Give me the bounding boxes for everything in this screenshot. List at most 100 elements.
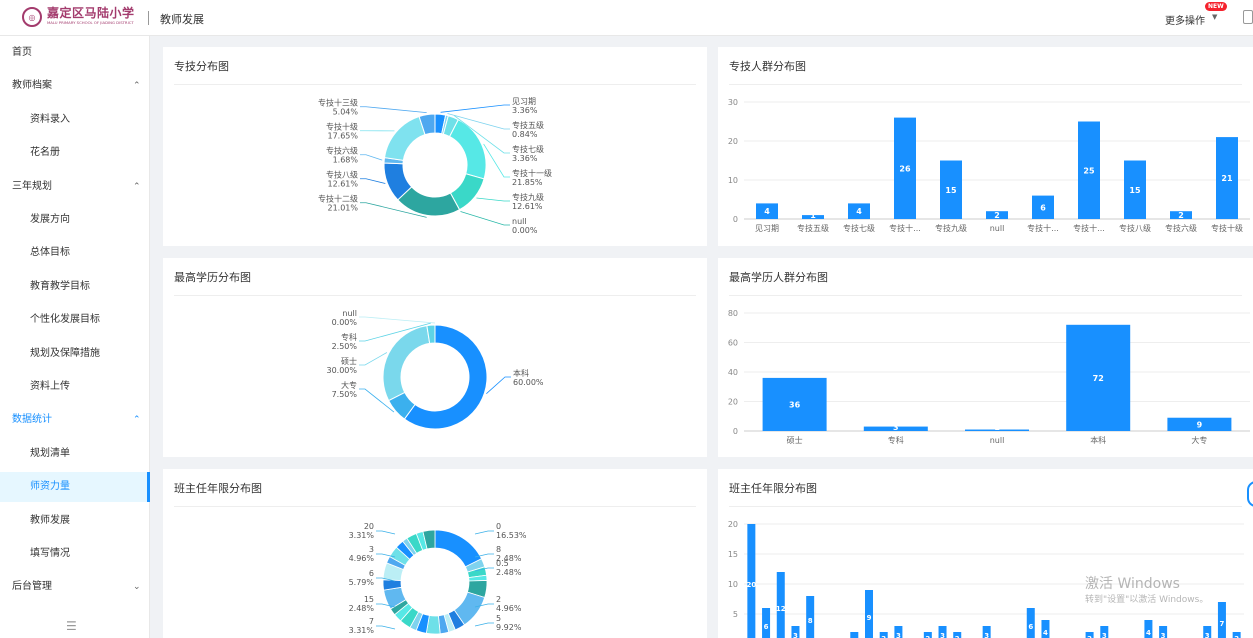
- education-pie-chart: 本科60.00% null0.00% 专科2.50% 硕士30.00% 大专7.50%: [326, 309, 544, 430]
- card-bar-headteacher: 班主任年限分布图 0510152020612389232323642343372: [718, 469, 1253, 638]
- sidebar-item[interactable]: 三年规划 ⌃: [0, 172, 150, 202]
- sidebar-item[interactable]: 数据统计 ⌃: [0, 405, 150, 435]
- headteacher-bar-chart: 0510152020612389232323642343372: [728, 520, 1244, 638]
- chevron-up-icon: ⌃: [133, 81, 141, 92]
- bar-value-label: 4: [1146, 629, 1151, 637]
- bar-value-label: 3: [896, 632, 901, 638]
- logo-name: 嘉定区马陆小学: [47, 6, 135, 20]
- pie-leader-line: [360, 178, 386, 184]
- activation-watermark-text: 转到"设置"以激活 Windows。: [1085, 595, 1209, 605]
- school-logo[interactable]: ◎ 嘉定区马陆小学 MALU PRIMARY SCHOOL OF JIADING…: [22, 7, 138, 27]
- pie-leader-line: [376, 625, 396, 630]
- sidebar-item[interactable]: 教育教学目标: [0, 272, 150, 302]
- y-tick-label: 60: [728, 339, 738, 348]
- pie-percent: 0.00%: [332, 318, 358, 327]
- sidebar-item-label: 数据统计: [12, 414, 52, 426]
- bar-value-label: 6: [764, 623, 769, 631]
- sidebar-item[interactable]: 填写情况: [0, 539, 150, 569]
- y-tick-label: 20: [728, 520, 738, 529]
- sidebar-item[interactable]: 教师发展: [0, 506, 150, 536]
- pie-label: 20: [364, 522, 374, 531]
- pie-percent: 12.61%: [327, 180, 358, 189]
- sidebar-item[interactable]: 资料录入: [0, 105, 150, 135]
- school-seal-icon: ◎: [22, 7, 42, 27]
- bar-value-label: 3: [1161, 632, 1166, 638]
- bar-value-label: 15: [1129, 186, 1141, 195]
- bar-value-label: 9: [1197, 420, 1203, 429]
- chevron-up-icon: ⌃: [133, 181, 141, 192]
- x-tick-label: 专技十级: [1211, 223, 1243, 233]
- pie-percent: 60.00%: [513, 378, 544, 387]
- sidebar-item[interactable]: 总体目标: [0, 238, 150, 268]
- bar-value-label: 2: [994, 211, 1000, 220]
- pie-label: null: [342, 309, 357, 318]
- bar-value-label: 4: [856, 207, 862, 216]
- sidebar-item[interactable]: 后台管理 ⌄: [0, 572, 150, 602]
- collapse-menu-icon[interactable]: ☰: [66, 619, 77, 633]
- bar-value-label: 3: [893, 423, 899, 432]
- bar-value-label: 9: [867, 614, 872, 622]
- sidebar-item[interactable]: 个性化发展目标: [0, 305, 150, 335]
- card-bar-education: 最高学历人群分布图 0 20 40 60 80 36 硕士 3 专科 1 null 72 本科 9 大专: [718, 258, 1253, 457]
- x-tick-label: 本科: [1090, 435, 1106, 445]
- pie-percent: 5.79%: [349, 578, 375, 587]
- pie-percent: 0.00%: [512, 226, 538, 235]
- sidebar-item-label: 总体目标: [30, 247, 70, 259]
- pie-label: 3: [369, 545, 374, 554]
- pie-label: 8: [496, 545, 501, 554]
- more-actions-button[interactable]: 更多操作: [1165, 12, 1205, 27]
- pie-label: 专技十二级: [318, 194, 358, 204]
- new-badge: NEW: [1205, 2, 1227, 11]
- chevron-down-icon[interactable]: ▼: [1212, 13, 1217, 21]
- pie-label: 7: [369, 617, 374, 626]
- sidebar-item[interactable]: 首页: [0, 38, 150, 68]
- sidebar-item-label: 个性化发展目标: [30, 314, 100, 326]
- floating-help-button[interactable]: [1247, 481, 1253, 507]
- sidebar-item[interactable]: 花名册: [0, 138, 150, 168]
- card-bar-professional: 专技人群分布图 0 10 20 30 4 见习期 1 专技五级 4 专技七级 26 专技十... 15 专…: [718, 47, 1253, 246]
- pie-label: 专技六级: [326, 146, 358, 156]
- pie-label: 6: [369, 569, 374, 578]
- sidebar-item-label: 规划清单: [30, 447, 70, 459]
- pie-label: 0: [496, 522, 501, 531]
- pie-slice: [434, 529, 483, 568]
- sidebar-item[interactable]: 规划及保障措施: [0, 339, 150, 369]
- header-divider: [148, 11, 149, 25]
- pie-leader-line: [359, 316, 436, 324]
- bar-value-label: 21: [1221, 174, 1233, 183]
- pie-label: 专技十级: [326, 122, 358, 132]
- pie-label: 专技七级: [512, 144, 544, 154]
- pie-percent: 3.31%: [349, 531, 375, 540]
- pie-label: 专技八级: [326, 170, 358, 180]
- sidebar-item[interactable]: 规划清单: [0, 439, 150, 469]
- bar-value-label: 1: [810, 211, 816, 220]
- sidebar-item-label: 后台管理: [12, 581, 52, 593]
- sidebar-item[interactable]: 师资力量: [0, 472, 150, 503]
- pie-label: null: [512, 217, 527, 226]
- bar-value-label: 20: [746, 581, 756, 589]
- window-icon[interactable]: [1243, 10, 1253, 24]
- bar-value-label: 3: [1102, 632, 1107, 638]
- pie-percent: 3.36%: [512, 106, 538, 115]
- sidebar-item[interactable]: 发展方向: [0, 205, 150, 235]
- sidebar-item-label: 教师发展: [30, 514, 70, 526]
- pie-percent: 30.00%: [326, 366, 357, 375]
- top-bar: ◎ 嘉定区马陆小学 MALU PRIMARY SCHOOL OF JIADING…: [0, 0, 1253, 36]
- pie-percent: 7.50%: [332, 390, 358, 399]
- y-tick-label: 0: [733, 427, 738, 436]
- sidebar-item[interactable]: 教师档案 ⌃: [0, 71, 150, 101]
- sidebar-item[interactable]: 资料上传: [0, 372, 150, 402]
- bar-value-label: 7: [1220, 620, 1225, 628]
- x-tick-label: 专技十...: [1073, 223, 1105, 233]
- bar-value-label: 3: [1205, 632, 1210, 638]
- pie-percent: 5.04%: [333, 108, 359, 117]
- sidebar-item-label: 师资力量: [30, 481, 70, 493]
- pie-label: 本科: [513, 368, 529, 378]
- y-tick-label: 5: [733, 610, 738, 619]
- pie-label: 5: [496, 614, 501, 623]
- pie-percent: 12.61%: [512, 202, 543, 211]
- bar-value-label: 72: [1093, 374, 1104, 383]
- pie-label: 专技五级: [512, 120, 544, 130]
- pie-label: 大专: [341, 380, 357, 390]
- bar-value-label: 3: [984, 632, 989, 638]
